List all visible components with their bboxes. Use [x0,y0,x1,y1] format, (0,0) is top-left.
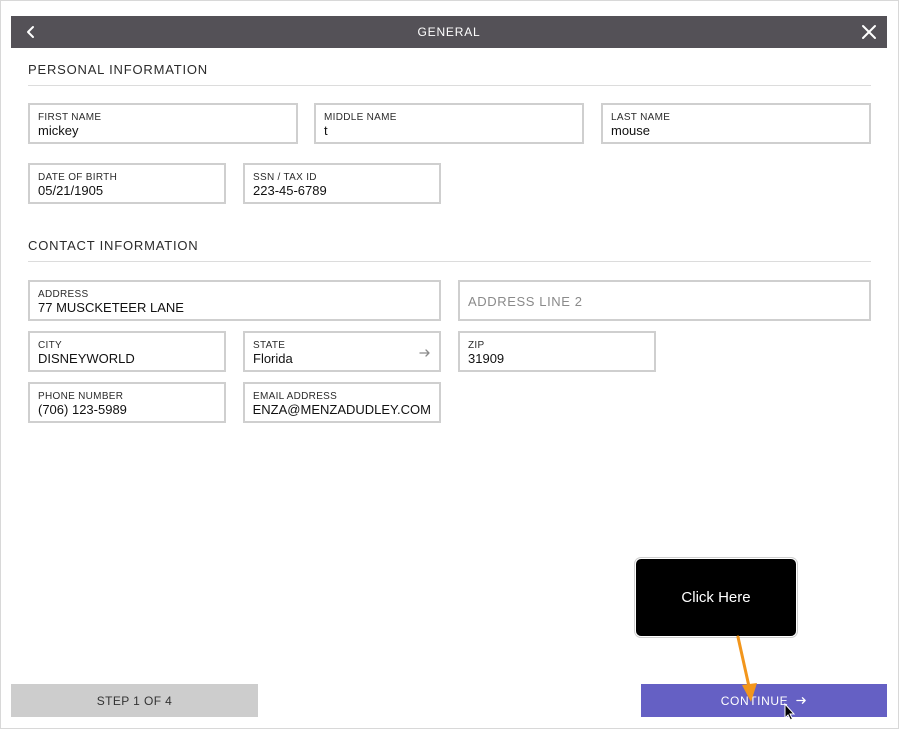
address-label: ADDRESS [38,289,89,300]
middle-name-field[interactable]: MIDDLE NAME t [314,103,584,144]
state-label: STATE [253,340,286,351]
last-name-value: mouse [611,123,651,138]
date-of-birth-label: DATE OF BIRTH [38,172,118,183]
date-of-birth-field[interactable]: DATE OF BIRTH 05/21/1905 [28,163,226,204]
arrow-right-icon [796,697,807,704]
address-line-2-placeholder: ADDRESS LINE 2 [468,294,583,309]
first-name-label: FIRST NAME [38,112,102,123]
section-divider [28,85,871,86]
phone-value: (706) 123-5989 [38,402,127,417]
modal-header: GENERAL [11,16,887,48]
date-of-birth-value: 05/21/1905 [38,183,104,198]
last-name-field[interactable]: LAST NAME mouse [601,103,871,144]
modal-window: GENERAL PERSONAL INFORMATION FIRST NAME … [0,0,899,729]
first-name-value: mickey [38,123,79,138]
phone-field[interactable]: PHONE NUMBER (706) 123-5989 [28,382,226,423]
email-value: ENZA@MENZADUDLEY.COM [252,402,431,417]
email-field[interactable]: EMAIL ADDRESS ENZA@MENZADUDLEY.COM [243,382,441,423]
phone-label: PHONE NUMBER [38,391,124,402]
step-indicator: STEP 1 OF 4 [11,684,258,717]
arrow-right-icon [419,346,431,358]
city-label: CITY [38,340,62,351]
state-value: Florida [253,351,293,366]
callout-tooltip: Click Here [635,558,797,637]
personal-info-heading: PERSONAL INFORMATION [28,62,208,77]
email-label: EMAIL ADDRESS [253,391,338,402]
modal-title: GENERAL [417,25,481,39]
middle-name-value: t [324,123,328,138]
ssn-field[interactable]: SSN / TAX ID 223-45-6789 [243,163,441,204]
address-value: 77 MUSCKETEER LANE [38,300,184,315]
zip-field[interactable]: ZIP 31909 [458,331,656,372]
continue-label: CONTINUE [720,693,789,708]
close-icon[interactable] [859,22,879,42]
address-field[interactable]: ADDRESS 77 MUSCKETEER LANE [28,280,441,321]
contact-info-heading: CONTACT INFORMATION [28,238,199,253]
ssn-label: SSN / TAX ID [253,172,317,183]
state-select[interactable]: STATE Florida [243,331,441,372]
city-value: DISNEYWORLD [38,351,135,366]
section-divider [28,261,871,262]
continue-button[interactable]: CONTINUE [641,684,887,717]
zip-value: 31909 [468,351,505,366]
middle-name-label: MIDDLE NAME [324,112,397,123]
first-name-field[interactable]: FIRST NAME mickey [28,103,298,144]
zip-label: ZIP [468,340,485,351]
address-line-2-field[interactable]: ADDRESS LINE 2 [458,280,871,321]
callout-text: Click Here [681,589,751,606]
last-name-label: LAST NAME [611,112,671,123]
city-field[interactable]: CITY DISNEYWORLD [28,331,226,372]
ssn-value: 223-45-6789 [253,183,327,198]
